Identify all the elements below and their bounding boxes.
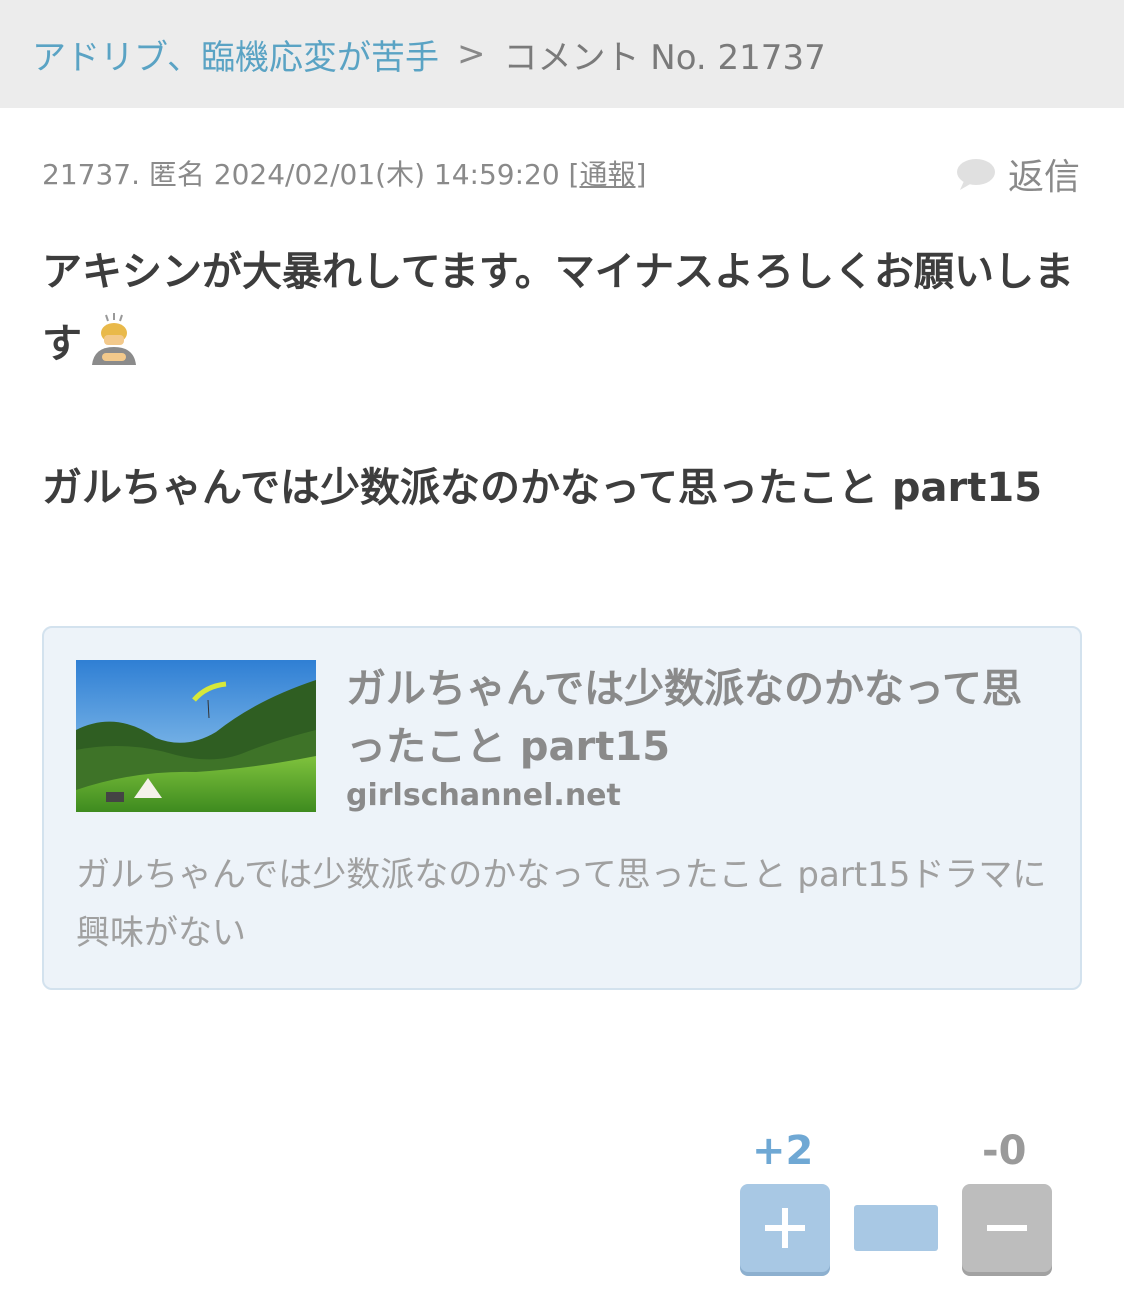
link-card-title[interactable]: ガルちゃんでは少数派なのかなって思ったこと part15 [346, 660, 1046, 776]
reply-label: 返信 [1007, 157, 1080, 198]
plus-vote-button[interactable] [740, 1184, 830, 1272]
breadcrumb-topic-link[interactable]: アドリブ、臨機応変が苦手 [32, 30, 439, 79]
reply-button[interactable]: 返信 [956, 148, 1080, 200]
comment-meta: 21737. 匿名 2024/02/01(木) 14:59:20 [通報] [42, 153, 646, 193]
link-card-thumbnail [76, 660, 316, 812]
link-card[interactable]: ガルちゃんでは少数派なのかなって思ったこと part15 girlschanne… [42, 626, 1082, 990]
vote-ratio-bar [854, 1205, 938, 1251]
minus-icon [987, 1225, 1027, 1231]
comment-body-line2: ガルちゃんでは少数派なのかなって思ったこと part15 [42, 465, 1043, 511]
comment-body-line1: アキシンが大暴れしてます。マイナスよろしくお願いします [42, 249, 1074, 367]
plus-vote-count: +2 [752, 1128, 814, 1174]
link-card-domain: girlschannel.net [346, 778, 621, 813]
minus-vote-count: -0 [982, 1128, 1027, 1174]
breadcrumb-separator: > [456, 34, 486, 74]
person-bowing-icon [92, 313, 136, 365]
minus-vote-button[interactable] [962, 1184, 1052, 1272]
breadcrumb-current: コメント No. 21737 [503, 37, 826, 78]
breadcrumb: アドリブ、臨機応変が苦手 > コメント No. 21737 [0, 0, 1124, 108]
report-link[interactable]: 通報 [579, 158, 635, 191]
speech-bubble-icon [956, 159, 995, 190]
comment-meta-suffix: ] [635, 158, 647, 191]
plus-icon [765, 1208, 805, 1248]
comment-meta-text: 21737. 匿名 2024/02/01(木) 14:59:20 [ [42, 158, 580, 191]
vote-ratio-fill [854, 1205, 938, 1251]
comment-body: アキシンが大暴れしてます。マイナスよろしくお願いします ガルちゃんでは少数派なの… [42, 236, 1082, 524]
link-card-description: ガルちゃんでは少数派なのかなって思ったこと part15ドラマに興味がない [76, 855, 1047, 953]
